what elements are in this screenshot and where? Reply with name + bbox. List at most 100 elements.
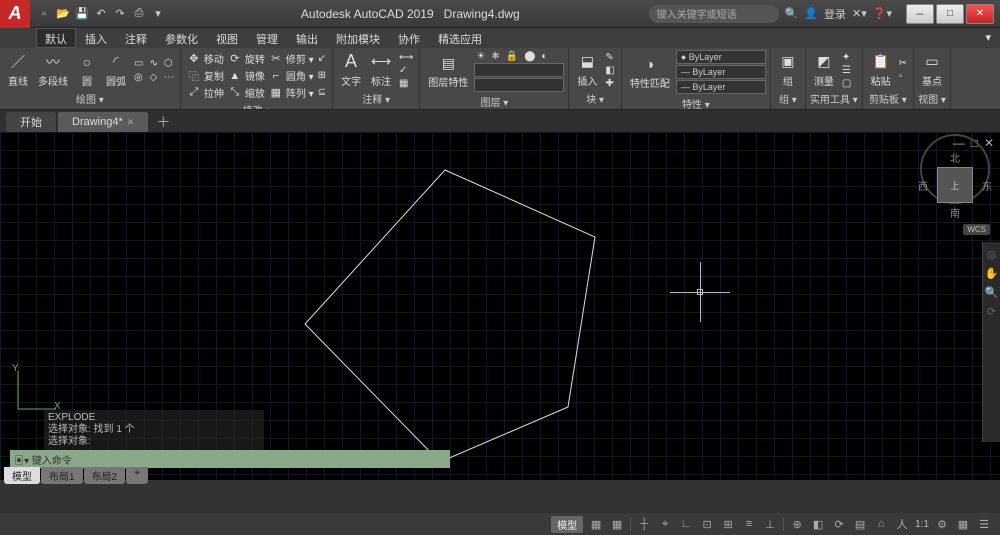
modify-ex2[interactable]: ⊞ bbox=[316, 67, 328, 84]
sb-iso-icon[interactable]: ∟ bbox=[678, 516, 694, 532]
panel-layers-title[interactable]: 图层 ▾ bbox=[424, 93, 564, 110]
app-logo[interactable]: A bbox=[0, 0, 30, 28]
dimension-button[interactable]: ⟷标注 bbox=[367, 51, 395, 90]
add-tab-button[interactable]: ＋ bbox=[150, 112, 176, 132]
util-s2[interactable]: ☰ bbox=[840, 64, 853, 77]
trim-button[interactable]: ✂修剪 ▾ bbox=[267, 50, 316, 67]
sb-annoscale-icon[interactable]: 人 bbox=[894, 516, 910, 532]
sb-clean-icon[interactable]: ▦ bbox=[955, 516, 971, 532]
panel-props-title[interactable]: 特性 ▾ bbox=[626, 95, 766, 110]
text-button[interactable]: A文字 bbox=[337, 51, 365, 90]
circle-button[interactable]: ○圆 bbox=[74, 51, 100, 90]
search-box[interactable]: 键入关键字或短语 bbox=[649, 5, 779, 23]
nav-zoom-icon[interactable]: 🔍 bbox=[985, 286, 999, 299]
stretch-button[interactable]: ⤢拉伸 bbox=[185, 84, 226, 101]
layer-dropdown-1[interactable] bbox=[474, 63, 564, 77]
user-icon[interactable]: 👤 bbox=[804, 7, 818, 20]
exchange-icon[interactable]: ✕▾ bbox=[852, 7, 867, 20]
qat-undo-icon[interactable]: ↶ bbox=[93, 6, 109, 22]
qat-redo-icon[interactable]: ↷ bbox=[112, 6, 128, 22]
sb-ws-icon[interactable]: ▤ bbox=[852, 516, 868, 532]
move-button[interactable]: ✥移动 bbox=[185, 50, 226, 67]
rect-button[interactable]: ▭ bbox=[132, 57, 145, 70]
vc-south[interactable]: 南 bbox=[918, 205, 992, 220]
tab-parametric[interactable]: 参数化 bbox=[156, 28, 207, 48]
array-button[interactable]: ▦阵列 ▾ bbox=[267, 84, 316, 101]
line-button[interactable]: ／直线 bbox=[4, 51, 32, 90]
util-s3[interactable]: ▢ bbox=[840, 77, 853, 90]
nav-wheel-icon[interactable]: ◎ bbox=[987, 248, 997, 261]
command-input[interactable]: ▣▾ 键入命令 bbox=[10, 450, 450, 468]
help-icon[interactable]: ❓▾ bbox=[873, 7, 892, 20]
sb-polar-icon[interactable]: ⌖ bbox=[657, 516, 673, 532]
modify-ex3[interactable]: ⊆ bbox=[316, 84, 328, 101]
panel-group-title[interactable]: 组 ▾ bbox=[775, 90, 801, 107]
nav-orbit-icon[interactable]: ⟳ bbox=[987, 305, 996, 318]
nav-pan-icon[interactable]: ✋ bbox=[985, 267, 999, 280]
insert-block-button[interactable]: ⬓插入 bbox=[573, 51, 601, 90]
qat-open-icon[interactable]: 📂 bbox=[55, 6, 71, 22]
sb-scale[interactable]: 1:1 bbox=[915, 519, 929, 530]
layout1-tab[interactable]: 布局1 bbox=[41, 467, 83, 484]
polyline-button[interactable]: 〰多段线 bbox=[34, 51, 72, 90]
close-tab-icon[interactable]: ✕ bbox=[127, 117, 135, 128]
maximize-button[interactable]: □ bbox=[936, 4, 964, 24]
vc-west[interactable]: 西 bbox=[918, 178, 928, 193]
base-button[interactable]: ▭基点 bbox=[918, 51, 946, 90]
block-s2[interactable]: ◧ bbox=[603, 64, 616, 77]
match-props-button[interactable]: ◑特性匹配 bbox=[626, 53, 674, 92]
tab-featured[interactable]: 精选应用 bbox=[429, 28, 491, 48]
drawing-canvas[interactable]: — □ ✕ 北 西 上 东 南 WCS ◎ ✋ 🔍 ⟳ Y X EXPLODE … bbox=[0, 132, 1000, 480]
tab-collab[interactable]: 协作 bbox=[389, 28, 429, 48]
more-draw-2[interactable]: ⋯ bbox=[162, 71, 176, 84]
ellipse-button[interactable]: ◎ bbox=[132, 71, 145, 84]
block-s3[interactable]: ✚ bbox=[603, 77, 616, 90]
color-dropdown[interactable]: ● ByLayer bbox=[676, 50, 766, 64]
anno-s1[interactable]: ⟷ bbox=[397, 51, 415, 64]
panel-clip-title[interactable]: 剪贴板 ▾ bbox=[867, 90, 909, 107]
qat-save-icon[interactable]: 💾 bbox=[74, 6, 90, 22]
more-draw-1[interactable]: ⬡ bbox=[162, 57, 176, 70]
qat-new-icon[interactable]: ▫ bbox=[36, 6, 52, 22]
tab-addins[interactable]: 附加模块 bbox=[327, 28, 389, 48]
sb-lw-icon[interactable]: ≡ bbox=[741, 516, 757, 532]
layout2-tab[interactable]: 布局2 bbox=[84, 467, 126, 484]
group-button[interactable]: ▣组 bbox=[775, 51, 801, 90]
viewcube[interactable]: 北 西 上 东 南 bbox=[918, 150, 992, 220]
cut-button[interactable]: ✂ bbox=[897, 57, 909, 70]
sb-custom-icon[interactable]: ☰ bbox=[976, 516, 992, 532]
layer-i4[interactable]: ⬤ bbox=[522, 50, 537, 63]
layer-dropdown-2[interactable] bbox=[474, 78, 564, 92]
panel-block-title[interactable]: 块 ▾ bbox=[573, 90, 616, 107]
sb-ortho-icon[interactable]: ┼ bbox=[636, 516, 652, 532]
close-button[interactable]: ✕ bbox=[966, 4, 994, 24]
infocenter-search-icon[interactable]: 🔍 bbox=[785, 7, 799, 20]
login-label[interactable]: 登录 bbox=[824, 6, 846, 22]
layer-i2[interactable]: ❄ bbox=[489, 50, 501, 63]
model-tab[interactable]: 模型 bbox=[4, 467, 40, 484]
mirror-button[interactable]: ▲镜像 bbox=[226, 67, 267, 84]
layout-add-tab[interactable]: + bbox=[126, 467, 148, 484]
copyclip-button[interactable]: ▫ bbox=[897, 70, 909, 83]
lineweight-dropdown[interactable]: — ByLayer bbox=[676, 65, 766, 79]
layer-i1[interactable]: ☀ bbox=[474, 50, 487, 63]
anno-s3[interactable]: ▦ bbox=[397, 77, 415, 90]
panel-modify-title[interactable]: 修改 ▾ bbox=[185, 101, 328, 110]
block-s1[interactable]: ✎ bbox=[603, 51, 616, 64]
sb-anno-icon[interactable]: ◧ bbox=[810, 516, 826, 532]
paste-button[interactable]: 📋粘贴 bbox=[867, 51, 895, 90]
fillet-button[interactable]: ⌐圆角 ▾ bbox=[267, 67, 316, 84]
tab-drawing4[interactable]: Drawing4*✕ bbox=[58, 112, 148, 132]
layer-props-button[interactable]: ▤图层特性 bbox=[424, 52, 472, 91]
panel-draw-title[interactable]: 绘图 ▾ bbox=[4, 90, 176, 107]
sb-3dosnap-icon[interactable]: ⊞ bbox=[720, 516, 736, 532]
sb-gear-icon[interactable]: ⚙ bbox=[934, 516, 950, 532]
anno-s2[interactable]: ✓ bbox=[397, 64, 415, 77]
sb-grid-icon[interactable]: ▦ bbox=[588, 516, 604, 532]
wcs-badge[interactable]: WCS bbox=[963, 224, 990, 235]
panel-utils-title[interactable]: 实用工具 ▾ bbox=[810, 90, 858, 107]
vc-north[interactable]: 北 bbox=[918, 150, 992, 165]
scale-button[interactable]: ⤡缩放 bbox=[226, 84, 267, 101]
hatch-button[interactable]: ◇ bbox=[147, 71, 159, 84]
tab-view[interactable]: 视图 bbox=[207, 28, 247, 48]
